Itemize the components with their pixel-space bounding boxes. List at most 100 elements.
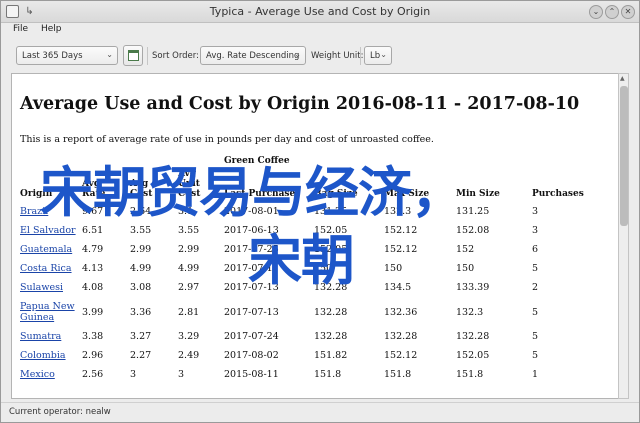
origin-cell[interactable]: Brazil [20,202,82,221]
avg-rate-cell: 6.51 [82,225,104,236]
bag-size-cell: 152.05 [314,225,348,236]
avg-rate-cell: 9.67 [82,206,104,217]
minimize-button[interactable]: ⌄ [589,5,603,19]
weight-unit-value: Lb [370,51,381,61]
avg-rate-cell: 4.13 [82,263,104,274]
close-button[interactable]: ✕ [621,5,635,19]
origin-link[interactable]: El Salvador [20,225,76,236]
last-purchase-cell: 2017-08-02 [224,350,279,361]
avg-unit-cost-cell: 4.99 [178,263,200,274]
table-row: Sulawesi 4.08 3.08 2.97 2017-07-13 132.2… [20,278,590,297]
avg-unit-cost-cell: 2.97 [178,282,200,293]
group-header: Green Coffee [224,156,290,166]
maximize-button[interactable]: ⌃ [605,5,619,19]
purchases-cell: 5 [532,263,539,274]
origin-cell[interactable]: Sulawesi [20,278,82,297]
report-view[interactable]: Average Use and Cost by Origin 2016-08-1… [11,73,627,399]
last-purchase-cell: 2017-07-25 [224,244,279,255]
table-row: Sumatra 3.38 3.27 3.29 2017-07-24 132.28… [20,327,590,346]
origin-link[interactable]: Brazil [20,206,48,217]
bag-size-cell: 151.8 [314,369,342,380]
vertical-scrollbar[interactable]: ▲ [618,73,629,399]
origin-link[interactable]: Sumatra [20,331,61,342]
column-header-bag-size: Bag Size [314,189,358,199]
avg-unit-cost-cell: 3.1 [178,206,194,217]
origin-cell[interactable]: Costa Rica [20,259,82,278]
origin-link[interactable]: Mexico [20,369,55,380]
scrollbar-thumb[interactable] [620,86,628,226]
column-header-avg-unit-cost: Avg Unit Cost [178,169,201,199]
avg-cost-cell: 3 [130,369,137,380]
sort-order-select[interactable]: Avg. Rate Descending ⌄ [200,46,306,65]
avg-rate-cell: 3.99 [82,306,104,318]
chevron-down-icon: ⌄ [106,50,113,59]
sort-order-value: Avg. Rate Descending [206,51,300,61]
avg-cost-cell: 3.55 [130,225,152,236]
origin-link[interactable]: Guatemala [20,244,72,255]
purchases-cell: 5 [532,350,539,361]
origin-cell[interactable]: Papua New Guinea [20,297,82,327]
min-size-cell: 151.8 [456,369,484,380]
last-purchase-cell: 2017-06-13 [224,225,279,236]
max-size-cell: 132.28 [384,331,418,342]
window-title: Typica - Average Use and Cost by Origin [209,5,431,18]
origin-link[interactable]: Papua New Guinea [20,301,75,323]
origin-link[interactable]: Colombia [20,350,66,361]
column-header-avg-rate: Avg Rate [82,179,106,199]
chevron-down-icon: ⌄ [294,50,301,59]
max-size-cell: 152.12 [384,350,418,361]
title-bar: ↳ Typica - Average Use and Cost by Origi… [1,1,639,23]
avg-cost-cell: 2.27 [130,350,152,361]
purchases-cell: 5 [532,306,539,318]
purchases-cell: 6 [532,244,539,255]
menu-help[interactable]: Help [41,24,62,34]
min-size-cell: 132.28 [456,331,490,342]
avg-cost-cell: 3.36 [130,306,152,318]
avg-cost-cell: 4.99 [130,263,152,274]
origin-cell[interactable]: Mexico [20,365,82,384]
column-header-last-purchase: Last Purchase [224,189,296,199]
calendar-icon [128,50,139,61]
bag-size-cell: 131.25 [314,206,348,217]
scroll-up-arrow-icon[interactable]: ▲ [620,75,625,82]
max-size-cell: 132.3 [384,206,412,217]
min-size-cell: 133.39 [456,282,490,293]
date-range-value: Last 365 Days [22,51,83,61]
avg-cost-cell: 3.08 [130,282,152,293]
min-size-cell: 131.25 [456,206,490,217]
report-description: This is a report of average rate of use … [20,134,434,145]
table-row: Mexico 2.56 3 3 2015-08-11 151.8 151.8 1… [20,365,590,384]
column-header-min-size: Min Size [456,189,500,199]
column-header-origin: Origin [20,189,53,199]
origin-cell[interactable]: Guatemala [20,240,82,259]
avg-unit-cost-cell: 3.29 [178,331,200,342]
avg-unit-cost-cell: 2.99 [178,244,200,255]
sort-order-label: Sort Order: [152,51,199,61]
column-header-purchases: Purchases [532,189,584,199]
purchases-cell: 5 [532,331,539,342]
origin-link[interactable]: Costa Rica [20,263,72,274]
weight-unit-label: Weight Unit: [311,51,364,61]
last-purchase-cell: 2017-08-01 [224,206,279,217]
bag-size-cell: 151.82 [314,350,348,361]
max-size-cell: 132.36 [384,306,418,318]
origin-link[interactable]: Sulawesi [20,282,63,293]
menu-bar: File Help [1,23,639,39]
last-purchase-cell: 2017-07-13 [224,306,279,318]
table-row: Papua New Guinea 3.99 3.36 2.81 2017-07-… [20,297,590,327]
menu-file[interactable]: File [13,24,28,34]
avg-unit-cost-cell: 2.81 [178,306,200,318]
origin-cell[interactable]: El Salvador [20,221,82,240]
origin-cell[interactable]: Sumatra [20,327,82,346]
last-purchase-cell: 2017-07-13 [224,282,279,293]
table-row: El Salvador 6.51 3.55 3.55 2017-06-13 15… [20,221,590,240]
calendar-button[interactable] [123,45,143,66]
date-range-select[interactable]: Last 365 Days ⌄ [16,46,118,65]
table-row: Brazil 9.67 2.64 3.1 2017-08-01 131.25 1… [20,202,590,221]
last-purchase-cell: 2017-07-24 [224,331,279,342]
toolbar-separator [147,47,148,65]
column-header-avg-cost: Avg Cost [130,179,153,199]
avg-rate-cell: 2.96 [82,350,104,361]
origin-cell[interactable]: Colombia [20,346,82,365]
weight-unit-select[interactable]: Lb ⌄ [364,46,392,65]
